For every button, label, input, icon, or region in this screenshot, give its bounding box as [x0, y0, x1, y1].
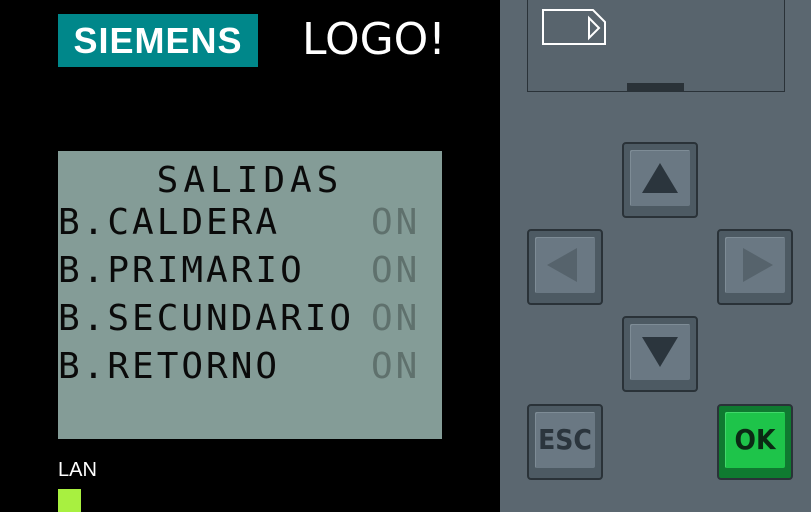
down-button[interactable]	[622, 316, 698, 392]
lcd-display: SALIDAS B.CALDERA ON B.PRIMARIO ON B.SEC…	[58, 151, 442, 439]
left-panel: SIEMENS LOGO! SALIDAS B.CALDERA ON B.PRI…	[0, 0, 500, 512]
siemens-logo: SIEMENS	[58, 14, 258, 67]
up-button[interactable]	[622, 142, 698, 218]
output-state: ON	[371, 250, 421, 291]
arrow-up-icon	[642, 163, 678, 193]
ok-button[interactable]: OK	[717, 404, 793, 480]
output-label: B.RETORNO	[58, 346, 281, 387]
ok-label: OK	[734, 423, 776, 456]
right-button[interactable]	[717, 229, 793, 305]
lcd-row: B.CALDERA ON	[58, 199, 442, 247]
lcd-row: B.SECUNDARIO ON	[58, 295, 442, 343]
esc-button[interactable]: ESC	[527, 404, 603, 480]
output-state: ON	[371, 298, 421, 339]
memory-card-icon	[542, 9, 606, 45]
lcd-row: B.RETORNO ON	[58, 343, 442, 391]
esc-label: ESC	[538, 423, 592, 456]
lan-label: LAN	[58, 459, 97, 481]
keypad-panel: ESC OK	[500, 0, 811, 512]
product-name: LOGO!	[302, 14, 446, 65]
arrow-left-icon	[547, 248, 577, 282]
output-label: B.SECUNDARIO	[58, 298, 355, 339]
arrow-right-icon	[743, 248, 773, 282]
left-button[interactable]	[527, 229, 603, 305]
output-state: ON	[371, 202, 421, 243]
card-slot-notch	[627, 83, 684, 92]
lan-status-led	[58, 489, 81, 512]
arrow-down-icon	[642, 337, 678, 367]
output-label: B.CALDERA	[58, 202, 281, 243]
output-state: ON	[371, 346, 421, 387]
lcd-title: SALIDAS	[156, 160, 344, 201]
lcd-row: B.PRIMARIO ON	[58, 247, 442, 295]
output-label: B.PRIMARIO	[58, 250, 305, 291]
memory-card-slot	[527, 0, 785, 92]
